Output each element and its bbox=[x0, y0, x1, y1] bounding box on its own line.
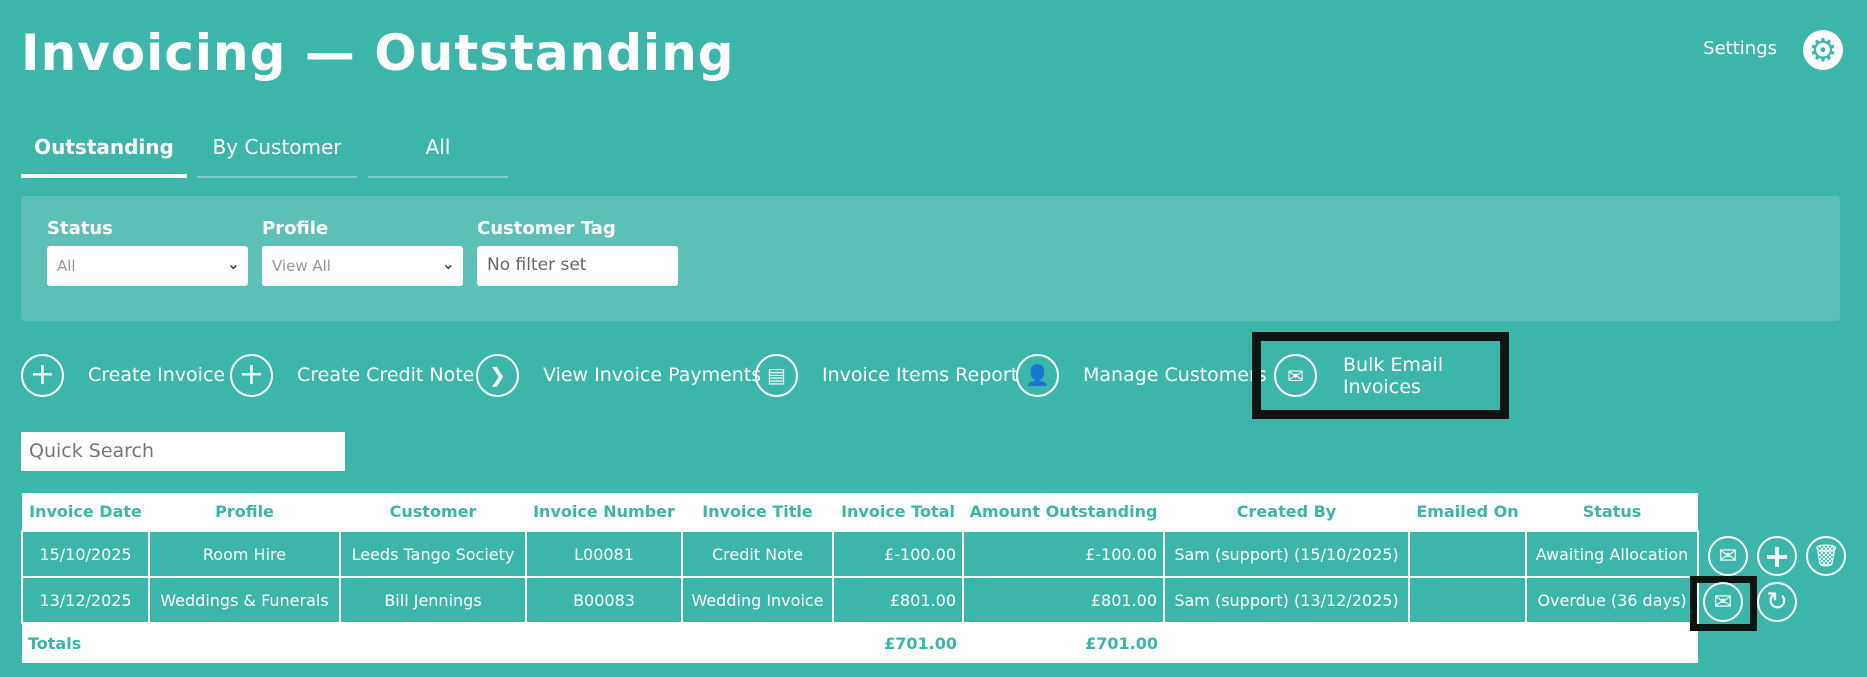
user-settings-icon: 👤 bbox=[1016, 353, 1059, 397]
chevron-down-icon: ⌄ bbox=[441, 254, 455, 273]
filter-panel: Status All ⌄ Profile View All ⌄ Customer T… bbox=[21, 196, 1840, 321]
action-label: Create Credit Note bbox=[297, 364, 475, 386]
trash-icon[interactable]: 🗑 bbox=[1806, 536, 1846, 576]
cell-created-by: Sam (support) (15/10/2025) bbox=[1163, 530, 1410, 578]
totals-label: Totals bbox=[22, 623, 149, 663]
status-value: All bbox=[57, 257, 76, 275]
invoice-items-report-button[interactable]: ▤ Invoice Items Report bbox=[755, 352, 1018, 398]
bulk-email-invoices-button[interactable]: ✉ Bulk Email Invoices bbox=[1252, 332, 1509, 419]
profile-select[interactable]: View All ⌄ bbox=[262, 246, 463, 286]
plus-icon: + bbox=[21, 353, 64, 397]
cell-customer: Leeds Tango Society bbox=[339, 530, 527, 578]
plus-icon: + bbox=[230, 353, 273, 397]
email-invoice-icon[interactable]: ✉ bbox=[1703, 582, 1743, 622]
action-label: Manage Customers bbox=[1083, 364, 1267, 386]
cell-status: Overdue (36 days) bbox=[1525, 576, 1699, 624]
cell-title: Credit Note bbox=[681, 530, 834, 578]
mail-icon: ✉ bbox=[1274, 354, 1317, 397]
customer-tag-input[interactable]: No filter set bbox=[477, 246, 678, 286]
cell-outstanding: £801.00 bbox=[962, 576, 1165, 624]
status-select[interactable]: All ⌄ bbox=[47, 246, 248, 286]
tab-all[interactable]: All bbox=[368, 130, 508, 178]
totals-invoice-total: £701.00 bbox=[833, 623, 963, 663]
chevron-down-icon: ⌄ bbox=[226, 254, 240, 273]
col-invoice-date[interactable]: Invoice Date bbox=[22, 493, 149, 531]
cell-title: Wedding Invoice bbox=[681, 576, 834, 624]
cell-customer: Bill Jennings bbox=[339, 576, 527, 624]
col-created-by[interactable]: Created By bbox=[1164, 493, 1409, 531]
col-amount-outstanding[interactable]: Amount Outstanding bbox=[963, 493, 1164, 531]
col-profile[interactable]: Profile bbox=[149, 493, 340, 531]
view-invoice-payments-button[interactable]: ❯ View Invoice Payments bbox=[476, 352, 761, 398]
action-label: Bulk Email Invoices bbox=[1343, 353, 1444, 398]
chevron-right-icon: ❯ bbox=[476, 353, 519, 397]
table-row[interactable]: 13/12/2025 Weddings & Funerals Bill Jenn… bbox=[21, 576, 1699, 624]
page-title: Invoicing — Outstanding bbox=[21, 24, 735, 82]
create-invoice-button[interactable]: + Create Invoice bbox=[21, 352, 225, 398]
col-invoice-number[interactable]: Invoice Number bbox=[526, 493, 682, 531]
cell-profile: Room Hire bbox=[148, 530, 341, 578]
quick-search-input[interactable]: Quick Search bbox=[21, 432, 345, 471]
col-invoice-total[interactable]: Invoice Total bbox=[833, 493, 963, 531]
action-label: Create Invoice bbox=[88, 364, 226, 386]
settings-link[interactable]: Settings bbox=[1703, 38, 1777, 59]
cell-profile: Weddings & Funerals bbox=[148, 576, 341, 624]
cell-number: B00083 bbox=[525, 576, 683, 624]
cell-total: £801.00 bbox=[832, 576, 964, 624]
invoice-table: Invoice Date Profile Customer Invoice Nu… bbox=[21, 493, 1699, 663]
cell-outstanding: £-100.00 bbox=[962, 530, 1165, 578]
profile-value: View All bbox=[272, 257, 331, 275]
status-label: Status bbox=[47, 218, 113, 239]
cell-date: 15/10/2025 bbox=[21, 530, 150, 578]
cell-emailed-on bbox=[1408, 576, 1527, 624]
gear-icon[interactable]: ⚙ bbox=[1803, 30, 1843, 70]
customer-tag-label: Customer Tag bbox=[477, 218, 616, 239]
refresh-icon[interactable]: ↻ bbox=[1757, 582, 1797, 622]
totals-row: Totals £701.00 £701.00 bbox=[22, 623, 1698, 663]
cell-date: 13/12/2025 bbox=[21, 576, 150, 624]
email-invoice-icon[interactable]: ✉ bbox=[1708, 536, 1748, 576]
manage-customers-button[interactable]: 👤 Manage Customers bbox=[1016, 352, 1267, 398]
col-customer[interactable]: Customer bbox=[340, 493, 526, 531]
cell-number: L00081 bbox=[525, 530, 683, 578]
cell-total: £-100.00 bbox=[832, 530, 964, 578]
col-emailed-on[interactable]: Emailed On bbox=[1409, 493, 1526, 531]
plus-icon[interactable]: + bbox=[1757, 536, 1797, 576]
table-row[interactable]: 15/10/2025 Room Hire Leeds Tango Society… bbox=[21, 530, 1699, 578]
cell-status: Awaiting Allocation bbox=[1525, 530, 1699, 578]
cell-emailed-on bbox=[1408, 530, 1527, 578]
col-invoice-title[interactable]: Invoice Title bbox=[682, 493, 833, 531]
document-icon: ▤ bbox=[755, 353, 798, 397]
create-credit-note-button[interactable]: + Create Credit Note bbox=[230, 352, 474, 398]
col-status[interactable]: Status bbox=[1526, 493, 1698, 531]
profile-label: Profile bbox=[262, 218, 329, 239]
tab-by-customer[interactable]: By Customer bbox=[197, 130, 357, 178]
tab-outstanding[interactable]: Outstanding bbox=[21, 130, 187, 178]
cell-created-by: Sam (support) (13/12/2025) bbox=[1163, 576, 1410, 624]
totals-amount-outstanding: £701.00 bbox=[963, 623, 1164, 663]
action-label: View Invoice Payments bbox=[543, 364, 762, 386]
action-label: Invoice Items Report bbox=[822, 364, 1019, 386]
